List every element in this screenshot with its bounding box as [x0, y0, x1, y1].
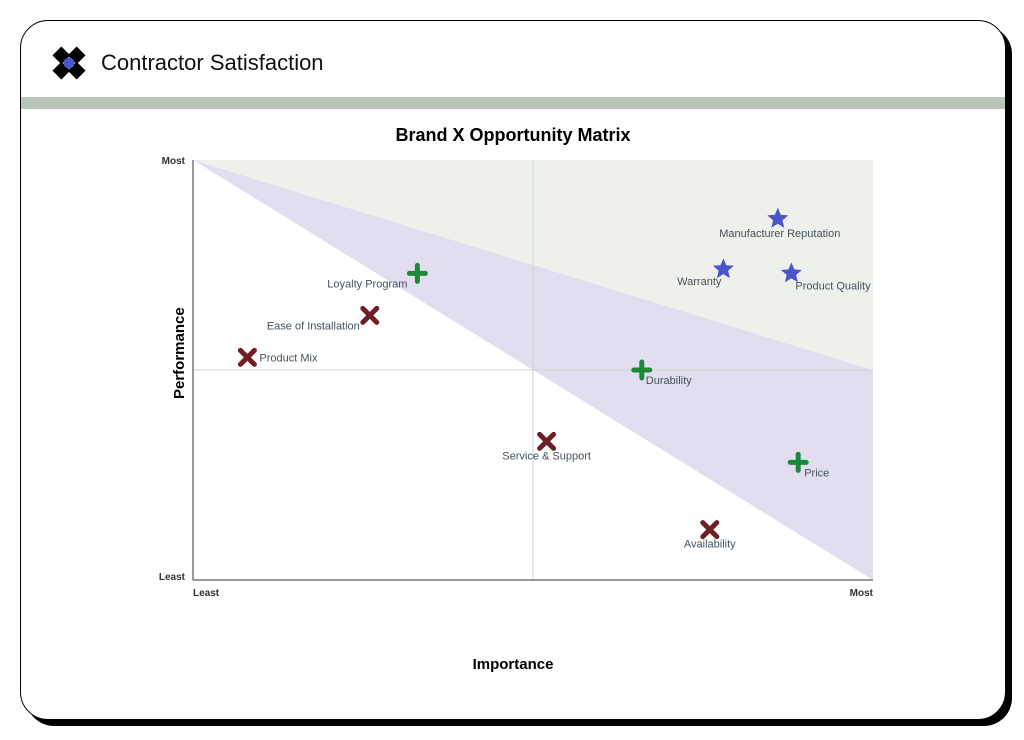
data-point-label: Loyalty Program: [327, 278, 407, 290]
svg-text:Least: Least: [159, 572, 186, 583]
chart-container: Brand X Opportunity Matrix Performance I…: [21, 109, 1005, 679]
svg-text:Least: Least: [193, 588, 220, 599]
svg-text:Most: Most: [850, 588, 874, 599]
data-point-label: Service & Support: [502, 450, 591, 462]
data-point-label: Product Mix: [259, 352, 318, 364]
x-axis-label: Importance: [21, 656, 1005, 673]
data-point-label: Price: [804, 467, 829, 479]
data-point-label: Warranty: [677, 276, 722, 288]
data-point-label: Ease of Installation: [267, 320, 360, 332]
header: Contractor Satisfaction: [21, 21, 1005, 93]
data-point-label: Durability: [646, 375, 692, 387]
scatter-plot: Most Least Least Most Manufacturer Reputatio…: [133, 150, 893, 630]
data-point-label: Manufacturer Reputation: [719, 228, 840, 240]
chart-title: Brand X Opportunity Matrix: [21, 125, 1005, 146]
data-point-label: Availability: [684, 539, 736, 551]
logo-icon: [51, 45, 87, 81]
svg-text:Most: Most: [162, 156, 186, 167]
page-title: Contractor Satisfaction: [101, 50, 324, 76]
data-point-label: Product Quality: [795, 280, 871, 292]
y-axis-label: Performance: [171, 307, 188, 399]
divider-bar: [21, 97, 1005, 109]
card-frame: Contractor Satisfaction Brand X Opportun…: [20, 20, 1006, 720]
